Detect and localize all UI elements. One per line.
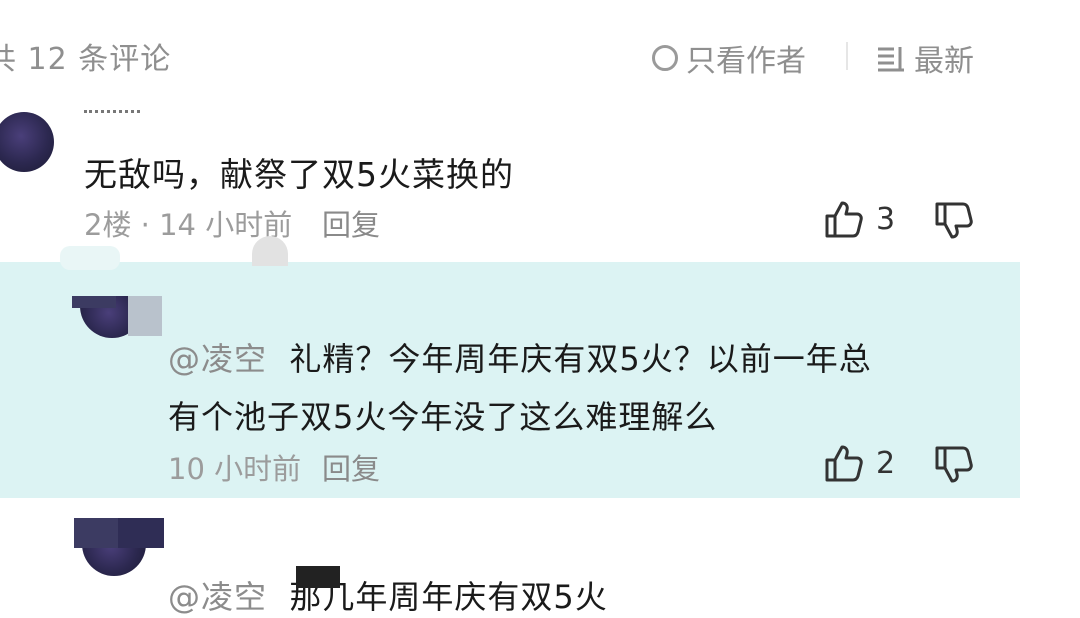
- mention[interactable]: @凌空: [168, 578, 267, 616]
- avatar[interactable]: [0, 112, 54, 172]
- decorative-blot: [252, 236, 288, 266]
- thumbs-down-icon: [935, 202, 973, 239]
- thumbs-up-icon: [825, 445, 863, 482]
- comment-count: 共 12 条评论: [0, 42, 172, 77]
- author-only-label: 只看作者: [686, 44, 806, 79]
- reply-button[interactable]: 回复: [322, 202, 380, 244]
- sort-toggle[interactable]: 最新: [876, 36, 974, 80]
- sort-label: 最新: [914, 44, 974, 79]
- reply-text-line1: @凌空 那几年周年庆有双5火: [168, 572, 608, 618]
- reply-button[interactable]: 回复: [322, 446, 380, 488]
- redaction-mosaic: [118, 518, 164, 548]
- redaction-mosaic: [72, 296, 116, 308]
- reply-text-line1: @凌空 礼精？今年周年庆有双5火？以前一年总: [168, 334, 872, 380]
- reply-meta: 10 小时前: [168, 452, 302, 486]
- sort-icon: [878, 47, 904, 72]
- dislike-button[interactable]: [934, 446, 974, 488]
- thumbs-up-icon: [825, 201, 863, 238]
- decorative-blot: [60, 246, 120, 270]
- author-only-toggle[interactable]: 只看作者: [652, 36, 806, 80]
- thumbs-down-icon: [935, 446, 973, 483]
- like-count: 2: [876, 445, 896, 481]
- redaction-block: [296, 566, 340, 588]
- redaction-mosaic: [74, 518, 118, 548]
- like-button[interactable]: 3: [824, 200, 895, 238]
- username-cropped: [84, 104, 144, 114]
- radio-circle-icon: [652, 45, 678, 71]
- mention[interactable]: @凌空: [168, 340, 267, 378]
- comment-text: 无敌吗，献祭了双5火菜换的: [84, 155, 514, 194]
- reply-text: 礼精？今年周年庆有双5火？以前一年总: [289, 340, 872, 378]
- like-button[interactable]: 2: [824, 444, 895, 482]
- dislike-button[interactable]: [934, 202, 974, 244]
- divider: [846, 42, 848, 70]
- reply-text-line2: 有个池子双5火今年没了这么难理解么: [168, 398, 718, 436]
- redaction-mosaic: [128, 296, 162, 336]
- like-count: 3: [876, 201, 896, 237]
